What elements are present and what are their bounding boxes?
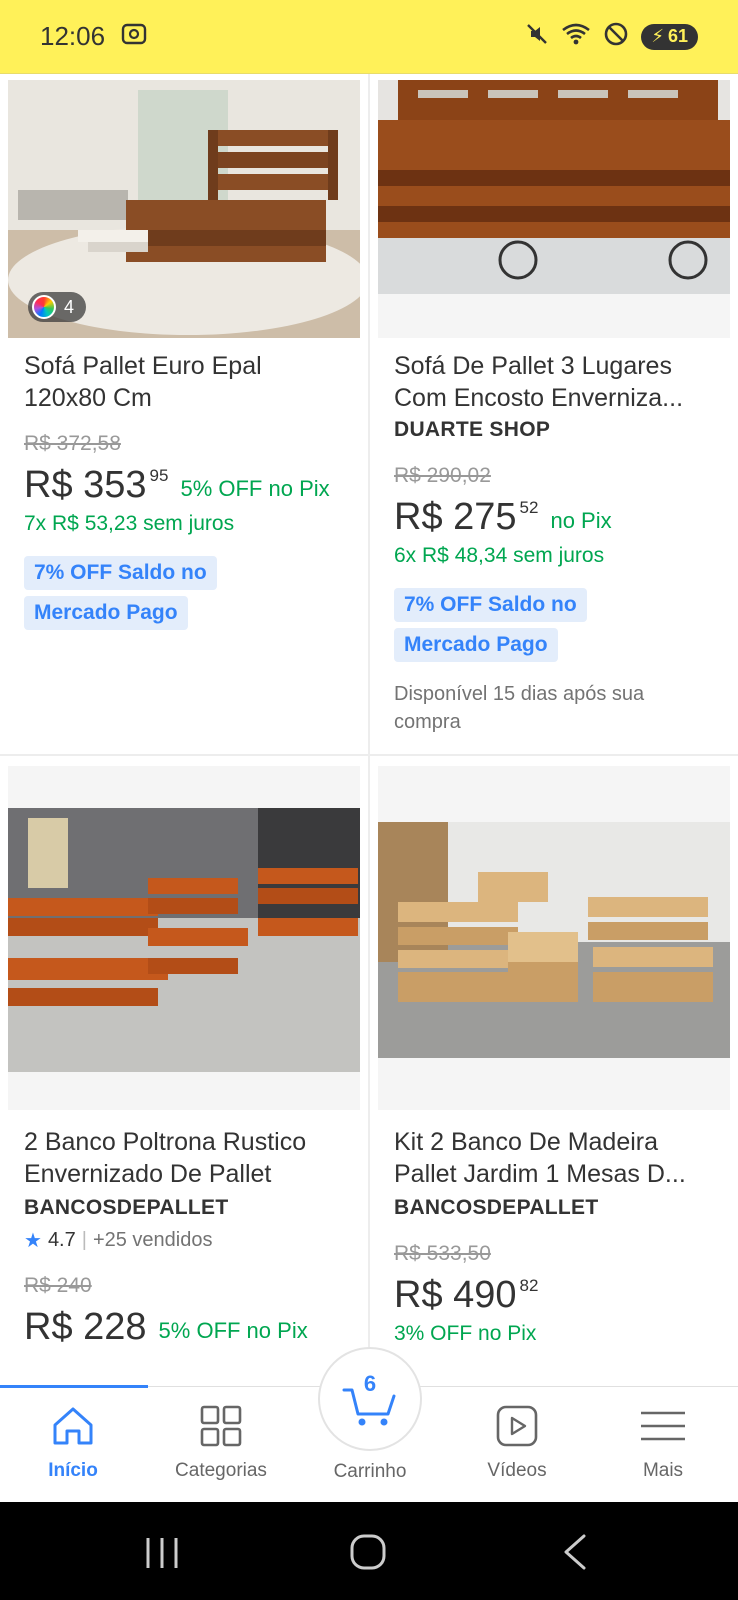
bench-image bbox=[378, 822, 730, 1058]
price-main: R$ 353 bbox=[24, 464, 147, 506]
product-card[interactable]: Sofá De Pallet 3 Lugares Com Encosto Env… bbox=[370, 74, 738, 754]
availability-line: Disponível 15 dias após sua bbox=[394, 683, 645, 705]
product-card[interactable]: Kit 2 Banco De Madeira Pallet Jardim 1 M… bbox=[370, 756, 738, 1386]
back-icon[interactable] bbox=[562, 1534, 588, 1575]
app-root: 12:06 ⚡ 61 4 Sofá Pallet Euro Epal 120x8… bbox=[0, 0, 738, 1600]
pix-discount: 5% OFF no Pix bbox=[180, 476, 330, 501]
grid-icon bbox=[199, 1405, 243, 1452]
mercado-pago-badge: Mercado Pago bbox=[394, 628, 558, 662]
clock: 12:06 bbox=[40, 21, 106, 51]
nav-videos[interactable]: Vídeos bbox=[452, 1405, 582, 1482]
product-card[interactable]: 2 Banco Poltrona Rustico Envernizado De … bbox=[0, 756, 368, 1386]
product-title[interactable]: Sofá Pallet Euro Epal 120x80 Cm bbox=[24, 350, 354, 414]
title-line: Pallet Jardim 1 Mesas D... bbox=[394, 1160, 686, 1188]
status-right: ⚡ 61 bbox=[525, 21, 698, 52]
seller-name: BANCOSDEPALLET bbox=[24, 1196, 229, 1219]
nav-label: Categorias bbox=[175, 1460, 267, 1481]
rating-separator-icon: | bbox=[81, 1229, 87, 1251]
system-nav-bar bbox=[0, 1502, 738, 1600]
nav-more[interactable]: Mais bbox=[598, 1405, 728, 1482]
product-card[interactable]: 4 Sofá Pallet Euro Epal 120x80 Cm R$ 372… bbox=[0, 74, 368, 754]
battery-level: 61 bbox=[667, 26, 688, 46]
price-row: R$ 353 95 5% OFF no Pix bbox=[24, 464, 330, 506]
charging-icon: ⚡ bbox=[651, 26, 664, 46]
title-line: Envernizado De Pallet bbox=[24, 1160, 272, 1188]
price-row: R$ 275 52 no Pix bbox=[394, 496, 612, 538]
mercado-pago-badge: 7% OFF Saldo no bbox=[394, 588, 587, 622]
home-icon bbox=[51, 1405, 95, 1452]
cart-count: 6 bbox=[363, 1371, 377, 1396]
title-line: Kit 2 Banco De Madeira bbox=[394, 1128, 659, 1156]
price-main: R$ 275 bbox=[394, 496, 517, 538]
pix-discount: no Pix bbox=[550, 508, 612, 533]
product-title[interactable]: 2 Banco Poltrona Rustico Envernizado De … bbox=[24, 1126, 354, 1190]
wifi-icon bbox=[561, 22, 591, 51]
play-icon bbox=[495, 1405, 539, 1452]
product-title[interactable]: Kit 2 Banco De Madeira Pallet Jardim 1 M… bbox=[394, 1126, 724, 1190]
screenshot-icon bbox=[121, 22, 147, 51]
product-image[interactable] bbox=[378, 80, 730, 338]
sold-count: +25 vendidos bbox=[92, 1229, 213, 1251]
installments: 6x R$ 48,34 sem juros bbox=[394, 544, 605, 567]
grid-divider bbox=[0, 754, 738, 756]
bench-image bbox=[8, 808, 360, 1072]
pix-discount: 3% OFF no Pix bbox=[394, 1322, 537, 1345]
nav-label: Mais bbox=[642, 1460, 684, 1481]
status-bar: 12:06 ⚡ 61 bbox=[0, 0, 738, 74]
product-image[interactable] bbox=[8, 766, 360, 1110]
product-image[interactable]: 4 bbox=[8, 80, 360, 338]
old-price: R$ 372,58 bbox=[24, 432, 121, 455]
sofa-image bbox=[378, 80, 730, 294]
nav-label: Carrinho bbox=[333, 1461, 407, 1482]
mercado-pago-badge: 7% OFF Saldo no bbox=[24, 556, 217, 590]
title-line: Sofá Pallet Euro Epal bbox=[24, 352, 262, 380]
price-row: R$ 490 82 bbox=[394, 1274, 538, 1316]
old-price: R$ 290,02 bbox=[394, 464, 491, 487]
price-row: R$ 228 5% OFF no Pix bbox=[24, 1306, 308, 1348]
dnd-icon bbox=[603, 21, 629, 52]
title-line: Sofá De Pallet 3 Lugares bbox=[394, 352, 672, 380]
price-main: R$ 228 bbox=[24, 1306, 147, 1348]
color-variants-badge: 4 bbox=[28, 292, 87, 322]
nav-cart[interactable]: 6 bbox=[318, 1347, 422, 1451]
old-price: R$ 533,50 bbox=[394, 1242, 491, 1265]
seller-name: DUARTE SHOP bbox=[394, 418, 551, 441]
menu-icon bbox=[639, 1405, 687, 1452]
price-cents: 52 bbox=[519, 498, 539, 517]
mute-icon bbox=[525, 22, 549, 51]
nav-active-indicator bbox=[0, 1385, 148, 1388]
rating-value: 4.7 bbox=[47, 1229, 76, 1251]
availability-note: Disponível 15 dias após sua compra bbox=[394, 680, 724, 736]
bottom-nav: Início Categorias 6 Carrinho Vídeos Mais bbox=[0, 1347, 738, 1502]
status-left: 12:06 bbox=[40, 21, 147, 52]
mercado-pago-badge: Mercado Pago bbox=[24, 596, 188, 630]
installments: 7x R$ 53,23 sem juros bbox=[24, 512, 235, 535]
product-image[interactable] bbox=[378, 766, 730, 1110]
availability-line: compra bbox=[394, 711, 461, 733]
nav-home[interactable]: Início bbox=[8, 1405, 138, 1482]
pix-discount: 5% OFF no Pix bbox=[158, 1318, 308, 1343]
price-main: R$ 490 bbox=[394, 1274, 517, 1316]
star-icon: ★ bbox=[24, 1230, 42, 1252]
price-cents: 95 bbox=[149, 466, 169, 485]
title-line: 2 Banco Poltrona Rustico bbox=[24, 1128, 307, 1156]
title-line: 120x80 Cm bbox=[24, 384, 152, 412]
product-title[interactable]: Sofá De Pallet 3 Lugares Com Encosto Env… bbox=[394, 350, 724, 414]
rating-row: ★ 4.7 | +25 vendidos bbox=[24, 1228, 213, 1253]
old-price: R$ 240 bbox=[24, 1274, 92, 1297]
color-wheel-icon bbox=[32, 295, 56, 319]
recents-icon[interactable] bbox=[144, 1536, 180, 1575]
battery-icon: ⚡ 61 bbox=[641, 23, 698, 50]
seller-name: BANCOSDEPALLET bbox=[394, 1196, 599, 1219]
grid-divider bbox=[368, 74, 370, 1386]
title-line: Com Encosto Enverniza... bbox=[394, 384, 684, 412]
nav-categories[interactable]: Categorias bbox=[156, 1405, 286, 1482]
color-count: 4 bbox=[64, 296, 75, 317]
nav-label: Início bbox=[48, 1460, 98, 1481]
price-cents: 82 bbox=[519, 1276, 539, 1295]
nav-label: Vídeos bbox=[487, 1460, 547, 1481]
home-button-icon[interactable] bbox=[350, 1534, 386, 1575]
